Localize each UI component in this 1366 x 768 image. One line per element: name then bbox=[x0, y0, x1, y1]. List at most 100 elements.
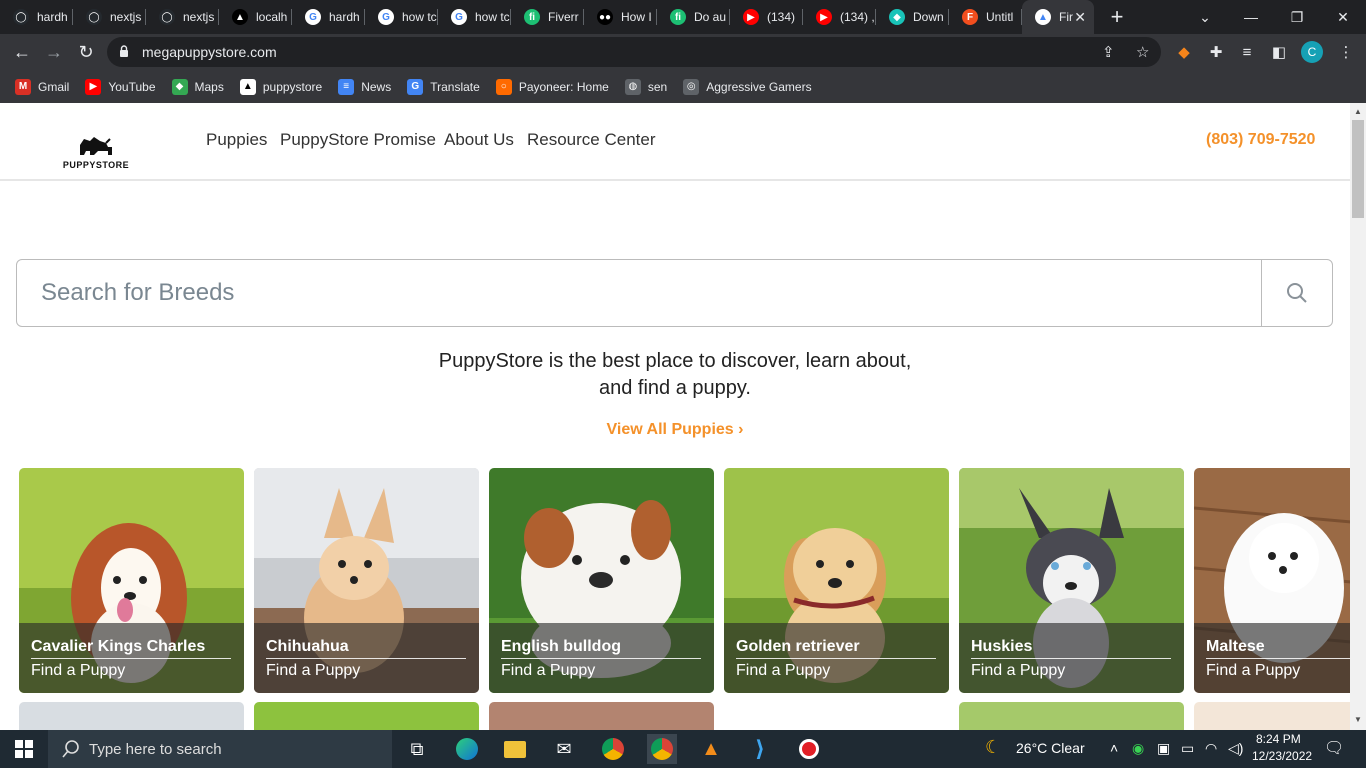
close-window-button[interactable]: ✕ bbox=[1320, 0, 1366, 34]
windows-start-button[interactable] bbox=[9, 734, 39, 764]
tab-label: hardh bbox=[37, 10, 68, 24]
edge-icon[interactable] bbox=[452, 734, 482, 764]
address-bar[interactable]: megapuppystore.com ⇪ ☆ bbox=[107, 37, 1161, 67]
tab[interactable]: ◯ nextjs bbox=[73, 0, 146, 34]
find-a-puppy-link[interactable]: Find a Puppy bbox=[1206, 662, 1300, 680]
bookmark-item[interactable]: ◆ Maps bbox=[171, 78, 224, 95]
tab[interactable]: fi Do au bbox=[657, 0, 730, 34]
breed-search-input[interactable] bbox=[17, 260, 1262, 326]
breed-card-row2-5[interactable] bbox=[959, 702, 1184, 730]
weather-text[interactable]: 26°C Clear bbox=[1016, 740, 1085, 756]
bookmark-item[interactable]: G Translate bbox=[407, 78, 480, 95]
tab[interactable]: ●● How I bbox=[584, 0, 657, 34]
divider bbox=[971, 658, 1171, 659]
tab[interactable]: ◯ nextjs bbox=[146, 0, 219, 34]
tab[interactable]: ◯ hardh bbox=[0, 0, 73, 34]
nav-about-us[interactable]: About Us bbox=[444, 130, 514, 150]
bookmark-item[interactable]: ◍ sen bbox=[624, 78, 667, 95]
breed-card-golden-retriever[interactable]: Golden retriever Find a Puppy bbox=[724, 468, 949, 693]
new-tab-button[interactable]: + bbox=[1100, 0, 1134, 34]
bookmark-item[interactable]: ◎ Aggressive Gamers bbox=[683, 78, 812, 95]
tab[interactable]: fi Fiverr bbox=[511, 0, 584, 34]
breed-card-english-bulldog[interactable]: English bulldog Find a Puppy bbox=[489, 468, 714, 693]
clock-time[interactable]: 8:24 PM bbox=[1256, 732, 1301, 746]
breed-card-maltese[interactable]: Maltese Find a Puppy bbox=[1194, 468, 1350, 693]
nav-resource-center[interactable]: Resource Center bbox=[527, 130, 656, 150]
mail-icon[interactable]: ✉ bbox=[549, 734, 579, 764]
find-a-puppy-link[interactable]: Find a Puppy bbox=[971, 662, 1065, 680]
nav-puppystore-promise[interactable]: PuppyStore Promise bbox=[280, 130, 436, 150]
breed-card-huskies[interactable]: Huskies Find a Puppy bbox=[959, 468, 1184, 693]
bookmark-item[interactable]: ▲ puppystore bbox=[239, 78, 322, 95]
bookmark-item[interactable]: ▶ YouTube bbox=[85, 78, 156, 95]
tab[interactable]: ▶ (134) , bbox=[803, 0, 876, 34]
bookmark-item[interactable]: M Gmail bbox=[15, 78, 69, 95]
breed-card-row2-3[interactable] bbox=[489, 702, 714, 730]
bookmark-item[interactable]: ○ Payoneer: Home bbox=[495, 78, 609, 95]
translate-icon: G bbox=[407, 78, 424, 95]
bookmark-star-icon[interactable]: ☆ bbox=[1136, 43, 1149, 61]
minimize-button[interactable]: — bbox=[1228, 0, 1274, 34]
scroll-up-arrow-icon[interactable]: ▲ bbox=[1354, 107, 1362, 116]
vscode-icon[interactable]: ⟩ bbox=[745, 734, 775, 764]
find-a-puppy-link[interactable]: Find a Puppy bbox=[266, 662, 360, 680]
forward-icon[interactable]: → bbox=[40, 38, 68, 66]
chrome-icon[interactable] bbox=[598, 734, 628, 764]
notifications-icon[interactable]: 🗨 bbox=[1324, 738, 1344, 758]
weather-moon-icon[interactable]: ☾ bbox=[985, 737, 1001, 758]
breed-card-chihuahua[interactable]: Chihuahua Find a Puppy bbox=[254, 468, 479, 693]
share-icon[interactable]: ⇪ bbox=[1102, 43, 1115, 61]
tab[interactable]: Ghardh bbox=[292, 0, 365, 34]
tray-camera-icon[interactable]: ▣ bbox=[1157, 740, 1170, 757]
metamask-extension-icon[interactable]: ◆ bbox=[1174, 42, 1194, 62]
back-icon[interactable]: ← bbox=[8, 38, 36, 66]
nav-puppies[interactable]: Puppies bbox=[206, 130, 267, 150]
recorder-icon[interactable] bbox=[794, 734, 824, 764]
page-scrollbar[interactable]: ▲ ▼ bbox=[1350, 103, 1366, 730]
extensions-puzzle-icon[interactable]: ✚ bbox=[1206, 42, 1226, 62]
find-a-puppy-link[interactable]: Find a Puppy bbox=[31, 662, 125, 680]
lock-icon[interactable] bbox=[119, 45, 129, 58]
scrollbar-thumb[interactable] bbox=[1352, 120, 1364, 218]
maximize-button[interactable]: ❐ bbox=[1274, 0, 1320, 34]
volume-icon[interactable]: ◁) bbox=[1228, 740, 1243, 757]
reload-icon[interactable]: ↻ bbox=[72, 38, 100, 66]
vlc-icon[interactable]: ▲ bbox=[696, 734, 726, 764]
wifi-icon[interactable]: ◠ bbox=[1205, 740, 1217, 757]
search-button[interactable] bbox=[1261, 260, 1332, 326]
tab[interactable]: F Untitl bbox=[949, 0, 1022, 34]
view-all-puppies-link[interactable]: View All Puppies › bbox=[575, 421, 775, 439]
breed-card-cavalier[interactable]: Cavalier Kings Charles Find a Puppy bbox=[19, 468, 244, 693]
side-panel-icon[interactable]: ◧ bbox=[1269, 42, 1289, 62]
tray-app-icon[interactable]: ◉ bbox=[1132, 740, 1144, 757]
tab[interactable]: Ghow tc bbox=[438, 0, 511, 34]
tab-active[interactable]: ▲ Fir ✕ bbox=[1022, 0, 1094, 34]
battery-icon[interactable]: ▭ bbox=[1181, 740, 1194, 757]
breed-card-row2-2[interactable] bbox=[254, 702, 479, 730]
find-a-puppy-link[interactable]: Find a Puppy bbox=[501, 662, 595, 680]
tray-chevron-icon[interactable]: ˄ bbox=[1110, 740, 1118, 756]
tab-search-icon[interactable]: ⌄ bbox=[1182, 0, 1228, 34]
scroll-down-arrow-icon[interactable]: ▼ bbox=[1354, 715, 1362, 724]
chrome-profile-icon[interactable] bbox=[647, 734, 677, 764]
media-control-icon[interactable]: ≡ bbox=[1237, 42, 1257, 62]
tab[interactable]: ▶ (134) bbox=[730, 0, 803, 34]
find-a-puppy-link[interactable]: Find a Puppy bbox=[736, 662, 830, 680]
close-tab-icon[interactable]: ✕ bbox=[1074, 9, 1086, 26]
bookmark-item[interactable]: ≡ News bbox=[338, 78, 391, 95]
breed-card-row2-6[interactable] bbox=[1194, 702, 1350, 730]
clock-date[interactable]: 12/23/2022 bbox=[1252, 749, 1312, 763]
tab[interactable]: Ghow tc bbox=[365, 0, 438, 34]
url-text[interactable]: megapuppystore.com bbox=[142, 44, 277, 60]
puppystore-logo[interactable]: PUPPYSTORE bbox=[50, 133, 142, 173]
breed-card-row2-4[interactable] bbox=[724, 702, 949, 730]
task-view-icon[interactable]: ⧉ bbox=[402, 734, 432, 764]
breed-card-row2-1[interactable] bbox=[19, 702, 244, 730]
profile-avatar[interactable]: C bbox=[1301, 41, 1323, 63]
taskbar-search-box[interactable]: Type here to search bbox=[48, 730, 392, 768]
file-explorer-icon[interactable] bbox=[500, 734, 530, 764]
tab[interactable]: ▲ localh bbox=[219, 0, 292, 34]
browser-menu-icon[interactable]: ⋮ bbox=[1336, 42, 1356, 62]
tab[interactable]: ◆ Down bbox=[876, 0, 949, 34]
phone-number-link[interactable]: (803) 709-7520 bbox=[1206, 131, 1315, 149]
